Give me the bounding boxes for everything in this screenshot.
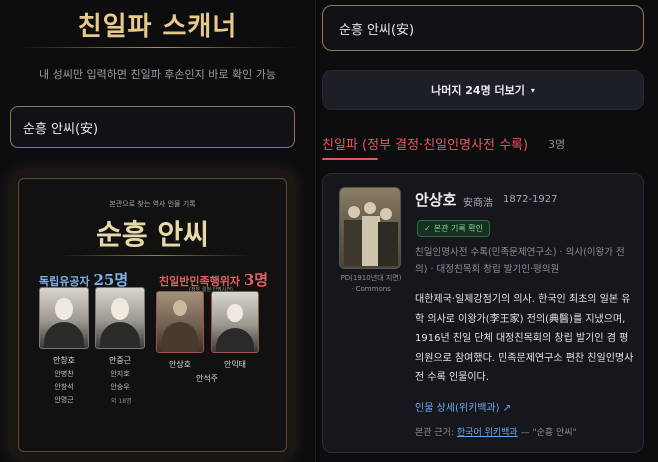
portrait-photo	[95, 287, 145, 349]
person-name-small: 안병찬	[54, 370, 74, 378]
show-more-button[interactable]: 나머지 24명 더보기 ▾	[322, 70, 644, 110]
source-tail: — "순흥 안씨"	[520, 428, 577, 438]
chevron-down-icon: ▾	[530, 85, 535, 95]
person-name-small: 안명근	[54, 396, 74, 404]
source-label: 본관 근거:	[415, 428, 455, 438]
person-name: 안창호	[52, 356, 76, 365]
source-line: 본관 근거: 한국어 위키백과 — "순흥 안씨"	[415, 425, 577, 438]
app-title: 친일파 스캐너	[77, 12, 238, 42]
show-more-label: 나머지 24명 더보기	[431, 84, 525, 97]
person-name-small: 안지호	[110, 370, 130, 378]
person-name: 안익태	[223, 360, 247, 369]
person-entry-card: PD(1910년대 지면) · Commons 안상호 安商浩 1872-192…	[322, 173, 644, 453]
photo-caption-source: · Commons	[351, 285, 391, 293]
person-tags: 친일인명사전 수록(민족문제연구소) · 의사(이왕가 전의) · 대정친목회 …	[415, 247, 625, 275]
person-description: 대한제국·일제강점기의 의사. 한국인 최초의 일본 유학 의사로 이왕가(李王…	[415, 294, 634, 383]
section-title: 친일파 (정부 결정·친일인명사전 수록)	[322, 138, 529, 153]
right-panel: 순흥 안씨(安) 나머지 24명 더보기 ▾ 친일파 (정부 결정·친일인명사전…	[315, 0, 658, 462]
screen: 친일파 스캐너 내 성씨만 입력하면 친일파 후손인지 바로 확인 가능 순흥 …	[0, 0, 658, 462]
surname-search-input[interactable]: 순흥 안씨(安)	[322, 5, 644, 51]
search-input-value: 순흥 안씨(安)	[23, 121, 99, 137]
person-name: 안상호	[168, 360, 192, 369]
card-subtitle: 본관으로 찾는 역사 인물 기록	[109, 200, 196, 208]
badge-label: 본관 기록 확인	[433, 224, 483, 233]
left-panel: 친일파 스캐너 내 성씨만 입력하면 친일파 후손인지 바로 확인 가능 순흥 …	[0, 0, 315, 462]
person-photo	[339, 187, 401, 269]
photo-caption: PD(1910년대 지면)	[340, 274, 402, 282]
verified-badge: ✓ 본관 기록 확인	[417, 220, 490, 237]
collaborator-count: 3명	[243, 271, 269, 289]
person-years: 1872-1927	[503, 194, 558, 205]
result-card-frame: 본관으로 찾는 역사 인물 기록 순흥 안씨 독립유공자 25명 친일반민족행위…	[10, 170, 295, 460]
wiki-detail-link[interactable]: 인물 상세(위키백과) ↗	[415, 399, 511, 414]
portrait-photo	[156, 291, 204, 353]
app-subtitle: 내 성씨만 입력하면 친일파 후손인지 바로 확인 가능	[39, 68, 276, 81]
portrait-photo	[211, 291, 259, 353]
person-name-small: 안창석	[54, 383, 74, 391]
card-clan-name: 순흥 안씨	[96, 218, 209, 251]
check-icon: ✓	[424, 224, 431, 233]
person-name: 안중근	[108, 356, 132, 365]
result-card: 본관으로 찾는 역사 인물 기록 순흥 안씨 독립유공자 25명 친일반민족행위…	[18, 178, 287, 452]
person-hanja: 安商浩	[463, 198, 493, 209]
card-divider	[59, 255, 249, 256]
section-count: 3명	[548, 138, 566, 151]
title-divider	[20, 47, 295, 48]
source-link[interactable]: 한국어 위키백과	[457, 428, 518, 438]
person-name-small: 안승우	[110, 383, 130, 391]
section-underline	[322, 158, 378, 160]
search-input-value: 순흥 안씨(安)	[339, 22, 415, 38]
person-name: 안상호	[415, 191, 457, 209]
surname-search-input[interactable]: 순흥 안씨(安)	[10, 106, 295, 148]
portrait-photo	[39, 287, 89, 349]
person-name: 안석주	[195, 374, 219, 383]
independence-extra-count: 외 18명	[111, 398, 132, 405]
